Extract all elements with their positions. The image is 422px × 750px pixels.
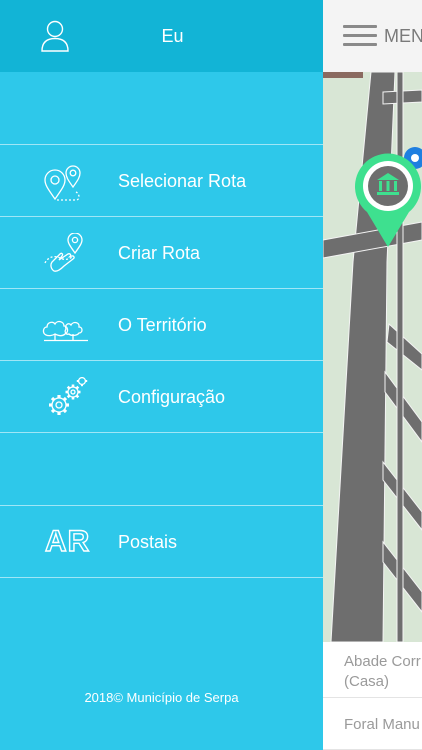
- create-route-icon: [44, 233, 83, 272]
- menu-label: Selecionar Rota: [118, 171, 247, 191]
- list-item-subtitle: (Casa): [344, 673, 390, 690]
- map-view[interactable]: [323, 72, 422, 642]
- menu-label: Criar Rota: [118, 243, 201, 263]
- user-icon: [41, 20, 69, 52]
- user-name: Eu: [161, 26, 184, 46]
- drawer-header[interactable]: Eu: [0, 0, 323, 72]
- divider: [0, 432, 323, 433]
- top-bar: MENU: [323, 0, 422, 73]
- list-item-title: Foral Manu: [344, 716, 420, 733]
- places-list: Abade Corr (Casa) Foral Manu: [323, 642, 422, 750]
- route-pins-icon: [44, 165, 81, 201]
- menu-label: Configuração: [118, 387, 226, 407]
- hamburger-menu-icon[interactable]: [343, 25, 377, 47]
- divider: [0, 577, 323, 578]
- list-item-title: Abade Corr: [344, 653, 421, 670]
- drawer-footer: 2018© Município de Serpa: [84, 690, 239, 705]
- gears-icon: [49, 377, 88, 415]
- list-item[interactable]: Foral Manu: [323, 699, 422, 750]
- main-panel: MENU: [323, 0, 422, 750]
- menu-item-selecionar-rota[interactable]: Selecionar Rota: [0, 145, 323, 217]
- ar-icon: AR: [44, 524, 91, 558]
- menu-item-configuracao[interactable]: Configuração: [0, 361, 323, 433]
- menu-item-criar-rota[interactable]: Criar Rota: [0, 217, 323, 289]
- list-item[interactable]: Abade Corr (Casa): [323, 642, 422, 698]
- territory-trees-icon: [42, 320, 88, 342]
- menu-item-o-territorio[interactable]: O Território: [0, 289, 323, 361]
- menu-label: Postais: [118, 532, 178, 552]
- menu-button[interactable]: MENU: [384, 0, 422, 72]
- menu-item-postais[interactable]: AR Postais: [0, 506, 323, 578]
- navigation-drawer: Eu Selecionar Rota Criar Rota O Territór…: [0, 0, 323, 750]
- menu-label: O Território: [118, 315, 207, 335]
